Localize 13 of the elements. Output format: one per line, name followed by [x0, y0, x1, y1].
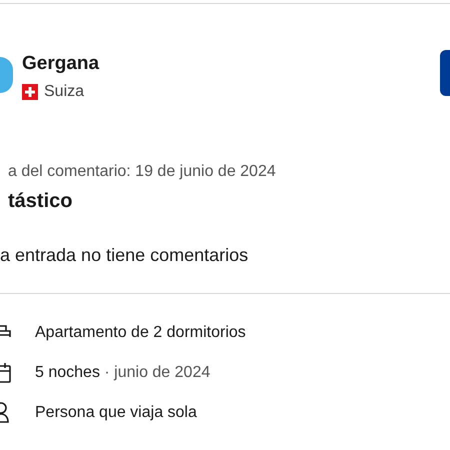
person-icon: [0, 402, 12, 424]
flag-icon: [22, 84, 38, 100]
avatar: [0, 57, 13, 93]
reviewer-country: Suiza: [44, 82, 84, 102]
calendar-icon: [0, 362, 12, 384]
review-date: a del comentario: 19 de junio de 2024: [8, 162, 277, 182]
review-title: tástico: [8, 189, 74, 214]
reviewer-name: Gergana: [22, 52, 100, 76]
detail-text: Apartamento de 2 dormitorios: [35, 323, 246, 343]
detail-text: 5 noches · junio de 2024: [35, 363, 210, 383]
review-body: a entrada no tiene comentarios: [0, 244, 250, 267]
detail-text: Persona que viaja sola: [35, 403, 197, 423]
score-badge: [440, 50, 450, 96]
